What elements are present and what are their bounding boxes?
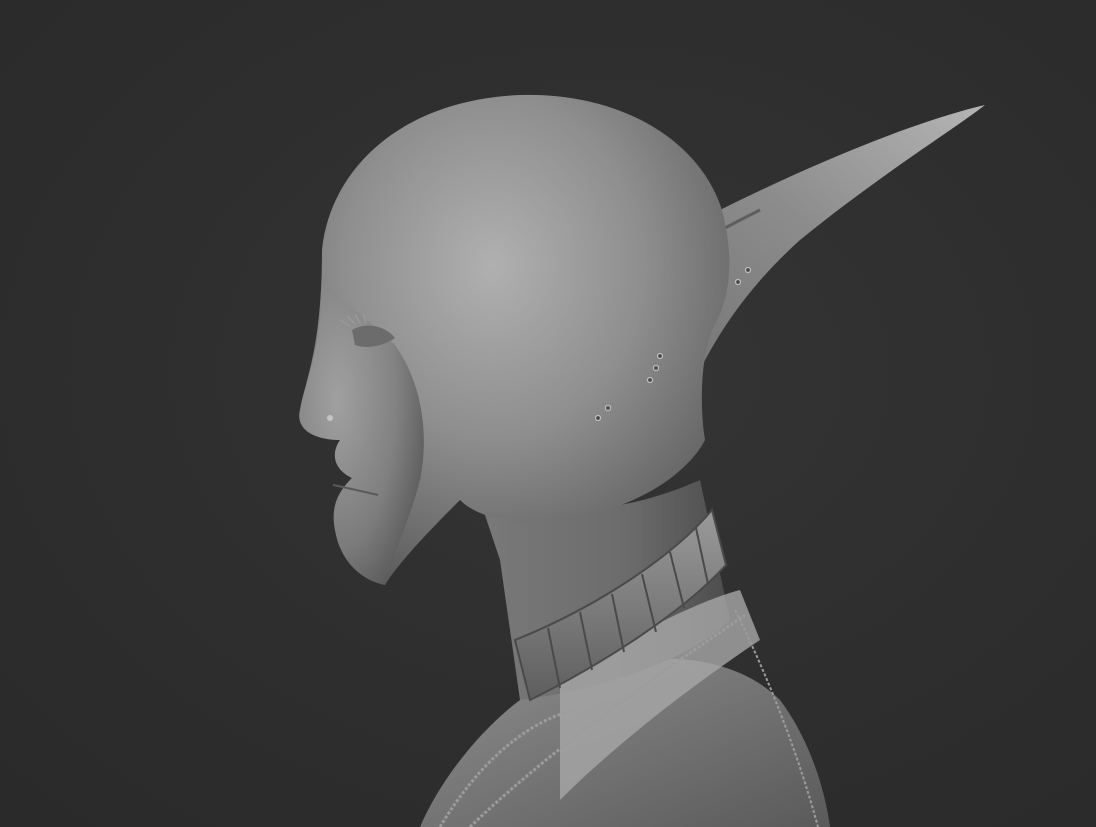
sculpt-render xyxy=(299,94,985,827)
nose-stud xyxy=(327,415,333,421)
viewport-canvas[interactable] xyxy=(0,0,1096,827)
